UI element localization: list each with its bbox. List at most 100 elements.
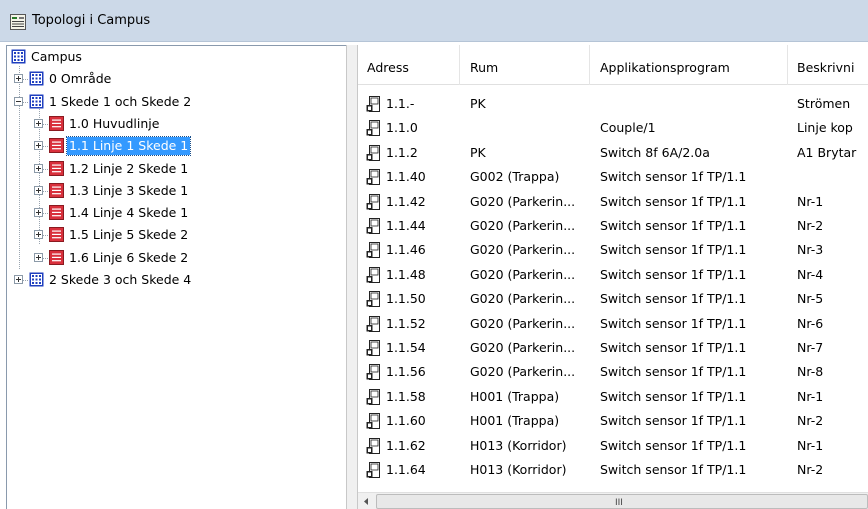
cell-adress: 1.1.40 (386, 169, 426, 185)
cell-adress: 1.1.54 (386, 340, 426, 355)
table-row[interactable]: 1.1.54 G020 (Parkerin... Switch sensor 1f … (358, 336, 868, 360)
cell-rum: G020 (Parkerin... (470, 315, 576, 331)
column-header-applikationsprogram[interactable]: Applikationsprogram (590, 45, 788, 85)
tree-item-label: Campus (31, 49, 82, 64)
expand-plus-icon[interactable] (34, 208, 43, 218)
device-list[interactable]: Adress Rum Applikationsprogram Beskrivni… (358, 45, 868, 509)
table-row[interactable]: 1.1.50 G020 (Parkerin... Switch sensor 1f … (358, 287, 868, 311)
device-icon (366, 462, 380, 478)
cell-adress: 1.1.58 (386, 388, 426, 404)
tree-item-label: 1 Skede 1 och Skede 2 (49, 93, 192, 109)
table-row[interactable]: 1.1.62 H013 (Korridor) Switch sensor 1f TP… (358, 434, 868, 458)
cell-rum: PK (470, 144, 486, 160)
expand-plus-icon[interactable] (34, 163, 43, 173)
device-icon (366, 315, 380, 332)
pane-splitter[interactable] (346, 45, 358, 509)
tree-item-label: 1.2 Linje 2 Skede 1 (69, 160, 189, 176)
cell-applikationsprogram: Switch sensor 1f TP/1.1 (600, 218, 747, 233)
cell-adress: 1.1.46 (386, 242, 426, 258)
scrollbar-grip: III (615, 498, 623, 508)
tree-item-label: 1.3 Linje 3 Skede 1 (69, 182, 189, 198)
expand-plus-icon[interactable] (14, 275, 23, 284)
cell-applikationsprogram: Switch sensor 1f TP/1.1 (600, 413, 747, 429)
building-icon (29, 71, 44, 86)
window-title: Topologi i Campus (32, 13, 151, 28)
column-header-rum[interactable]: Rum (460, 45, 590, 85)
scrollbar-thumb[interactable]: III (376, 494, 868, 509)
device-icon (366, 364, 380, 381)
tree-item-label: 2 Skede 3 och Skede 4 (49, 272, 192, 287)
device-icon (366, 413, 380, 430)
device-icon (366, 169, 380, 186)
campus-building-icon (11, 49, 26, 64)
column-header-adress[interactable]: Adress (358, 45, 460, 85)
table-row[interactable]: 1.1.58 H001 (Trappa) Switch sensor 1f TP/1… (358, 385, 868, 409)
topology-window-icon (10, 14, 26, 30)
device-icon (366, 193, 380, 210)
expand-plus-icon[interactable] (34, 141, 43, 151)
cell-applikationsprogram: Switch sensor 1f TP/1.1 (600, 462, 747, 477)
cell-rum: G020 (Parkerin... (470, 218, 576, 233)
table-row[interactable]: 1.1.48 G020 (Parkerin... Switch sensor 1f … (358, 263, 868, 287)
table-row[interactable]: 1.1.2 PK Switch 8f 6A/2.0a A1 Brytar (358, 141, 868, 165)
building-icon (29, 272, 44, 287)
table-row[interactable]: 1.1.60 H001 (Trappa) Switch sensor 1f TP/1… (358, 409, 868, 433)
column-header-beskrivning[interactable]: Beskrivni (788, 45, 868, 85)
collapse-minus-icon[interactable] (14, 96, 23, 106)
cell-beskrivning: Nr-3 (797, 242, 824, 258)
device-icon (366, 96, 380, 112)
table-row[interactable]: 1.1.46 G020 (Parkerin... Switch sensor 1f … (358, 238, 868, 262)
cell-applikationsprogram: Switch sensor 1f TP/1.1 (600, 315, 747, 331)
list-header: Adress Rum Applikationsprogram Beskrivni (358, 45, 868, 85)
topology-tree[interactable]: Campus 0 Område 1 Skede 1 och Skede 2 1.0 H… (6, 45, 346, 509)
cell-adress: 1.1.62 (386, 437, 426, 453)
window-titlebar: Topologi i Campus (0, 0, 868, 42)
cell-adress: 1.1.42 (386, 193, 426, 209)
line-icon (49, 160, 64, 176)
cell-beskrivning: Nr-1 (797, 437, 824, 453)
expand-plus-icon[interactable] (34, 185, 43, 195)
device-icon (366, 388, 380, 405)
cell-rum: G020 (Parkerin... (470, 266, 576, 282)
table-row[interactable]: 1.1.- PK Strömen (358, 92, 868, 116)
cell-adress: 1.1.50 (386, 291, 426, 307)
cell-beskrivning: Nr-5 (797, 291, 824, 307)
device-icon (366, 120, 380, 137)
cell-rum: G020 (Parkerin... (470, 242, 576, 258)
expand-plus-icon[interactable] (34, 118, 43, 128)
table-row[interactable]: 1.1.42 G020 (Parkerin... Switch sensor 1f … (358, 190, 868, 214)
cell-applikationsprogram: Switch sensor 1f TP/1.1 (600, 340, 747, 355)
cell-adress: 1.1.44 (386, 218, 426, 233)
table-row[interactable]: 1.1.52 G020 (Parkerin... Switch sensor 1f … (358, 312, 868, 336)
cell-beskrivning: Nr-1 (797, 193, 824, 209)
cell-applikationsprogram: Switch sensor 1f TP/1.1 (600, 388, 747, 404)
cell-adress: 1.1.64 (386, 462, 426, 477)
device-icon (366, 242, 380, 259)
cell-rum: G002 (Trappa) (470, 169, 560, 185)
cell-beskrivning: Linje kop (797, 120, 853, 136)
line-icon (49, 138, 64, 154)
cell-rum: G020 (Parkerin... (470, 340, 576, 355)
cell-applikationsprogram: Switch sensor 1f TP/1.1 (600, 242, 747, 258)
table-row[interactable]: 1.1.64 H013 (Korridor) Switch sensor 1f TP… (358, 458, 868, 482)
device-icon (366, 437, 380, 454)
table-row[interactable]: 1.1.40 G002 (Trappa) Switch sensor 1f TP/1… (358, 165, 868, 189)
expand-plus-icon[interactable] (34, 252, 43, 262)
horizontal-scrollbar[interactable]: III (358, 492, 868, 509)
expand-plus-icon[interactable] (34, 230, 43, 240)
device-icon (366, 291, 380, 308)
cell-rum: G020 (Parkerin... (470, 193, 576, 209)
table-row[interactable]: 1.1.44 G020 (Parkerin... Switch sensor 1f … (358, 214, 868, 238)
device-icon (366, 266, 380, 283)
expand-plus-icon[interactable] (14, 74, 23, 84)
cell-rum: G020 (Parkerin... (470, 291, 576, 307)
table-row[interactable]: 1.1.56 G020 (Parkerin... Switch sensor 1f … (358, 360, 868, 384)
scroll-left-arrow-icon[interactable] (358, 493, 375, 509)
cell-beskrivning: Nr-8 (797, 364, 824, 380)
line-icon (49, 205, 64, 221)
table-row[interactable]: 1.1.0 Couple/1 Linje kop (358, 116, 868, 140)
cell-beskrivning: Nr-2 (797, 413, 824, 429)
cell-applikationsprogram: Switch sensor 1f TP/1.1 (600, 291, 747, 307)
cell-applikationsprogram: Switch sensor 1f TP/1.1 (600, 437, 747, 453)
line-icon (49, 249, 64, 265)
